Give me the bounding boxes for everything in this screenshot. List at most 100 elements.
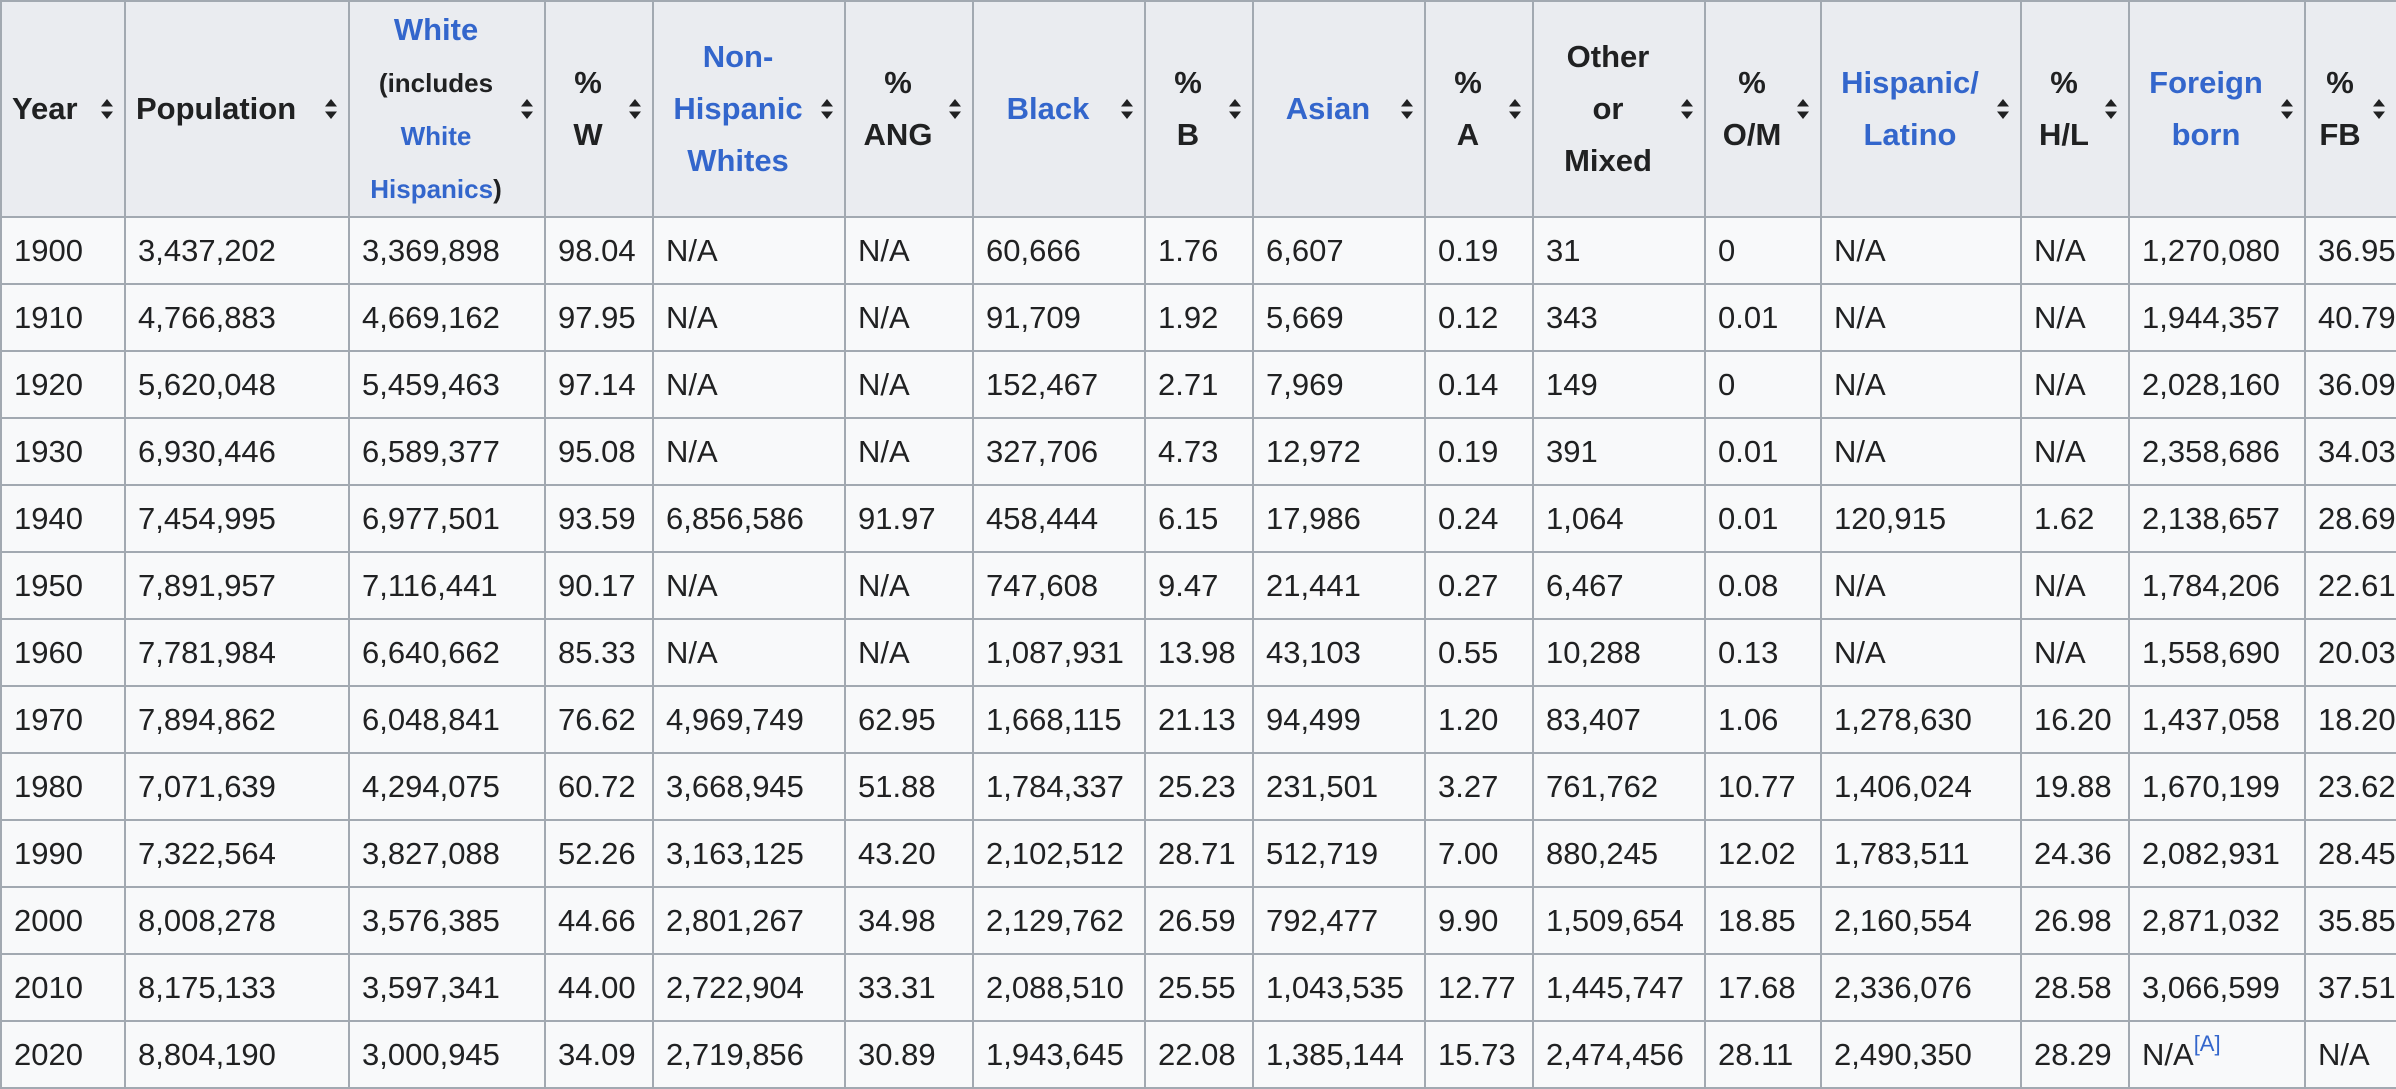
cell-pct-hl: N/A: [2020, 283, 2130, 352]
cell-foreign-born: 1,784,206: [2128, 551, 2306, 620]
cell-black: 2,088,510: [972, 953, 1146, 1022]
sort-icon[interactable]: [948, 98, 962, 120]
header-link[interactable]: White: [401, 121, 472, 151]
cell-year: 1980: [0, 752, 126, 821]
column-header-asian[interactable]: Asian: [1252, 0, 1426, 218]
cell-population: 4,766,883: [124, 283, 350, 352]
sort-icon[interactable]: [1228, 98, 1242, 120]
cell-pct-w: 52.26: [544, 819, 654, 888]
column-header-pct-b[interactable]: % B: [1144, 0, 1254, 218]
cell-pct-om: 10.77: [1704, 752, 1822, 821]
cell-asian: 6,607: [1252, 216, 1426, 285]
cell-pct-fb: 18.20: [2304, 685, 2396, 754]
table-row: 1930 6,930,446 6,589,377 95.08 N/A N/A 327,706…: [0, 417, 2396, 486]
cell-population: 3,437,202: [124, 216, 350, 285]
cell-pct-a: 0.19: [1424, 216, 1534, 285]
cell-pct-om: 1.06: [1704, 685, 1822, 754]
column-header-hispanic-latino[interactable]: Hispanic/Latino: [1820, 0, 2022, 218]
column-header-pct-ang[interactable]: % ANG: [844, 0, 974, 218]
sort-icon[interactable]: [2280, 98, 2294, 120]
header-link[interactable]: born: [2172, 117, 2241, 152]
sort-icon[interactable]: [1680, 98, 1694, 120]
cell-pct-w: 97.95: [544, 283, 654, 352]
header-link[interactable]: Black: [1007, 91, 1090, 126]
header-link[interactable]: Foreign: [2149, 65, 2263, 100]
cell-population: 6,930,446: [124, 417, 350, 486]
cell-pct-ang: N/A: [844, 350, 974, 419]
header-link[interactable]: Non-: [703, 39, 774, 74]
sort-icon[interactable]: [1508, 98, 1522, 120]
header-label: FB: [2319, 117, 2361, 152]
cell-foreign-born: 1,270,080: [2128, 216, 2306, 285]
sort-icon[interactable]: [324, 98, 338, 120]
cell-pct-fb: 34.03: [2304, 417, 2396, 486]
column-header-year[interactable]: Year: [0, 0, 126, 218]
column-header-pct-a[interactable]: % A: [1424, 0, 1534, 218]
column-header-pct-om[interactable]: % O/M: [1704, 0, 1822, 218]
cell-pct-hl: 26.98: [2020, 886, 2130, 955]
cell-pct-ang: N/A: [844, 551, 974, 620]
column-header-pct-w[interactable]: % W: [544, 0, 654, 218]
header-label: ): [493, 173, 502, 204]
cell-pct-hl: 1.62: [2020, 484, 2130, 553]
cell-pct-hl: N/A: [2020, 216, 2130, 285]
cell-pct-w: 98.04: [544, 216, 654, 285]
cell-hispanic-latino: N/A: [1820, 551, 2022, 620]
header-link[interactable]: Whites: [687, 143, 789, 178]
sort-icon[interactable]: [100, 98, 114, 120]
cell-non-hispanic-whites: N/A: [652, 551, 846, 620]
cell-pct-a: 12.77: [1424, 953, 1534, 1022]
column-header-non-hispanic-whites[interactable]: Non- Hispanic Whites: [652, 0, 846, 218]
header-link[interactable]: Asian: [1286, 91, 1370, 126]
sort-icon[interactable]: [2104, 98, 2118, 120]
column-header-foreign-born[interactable]: Foreign born: [2128, 0, 2306, 218]
sort-icon[interactable]: [2372, 98, 2386, 120]
header-label: B: [1176, 117, 1200, 152]
sort-icon[interactable]: [1120, 98, 1134, 120]
column-header-other-mixed[interactable]: Other or Mixed: [1532, 0, 1706, 218]
header-link[interactable]: White: [394, 12, 478, 47]
sort-icon[interactable]: [1796, 98, 1810, 120]
cell-hispanic-latino: N/A: [1820, 216, 2022, 285]
cell-asian: 1,043,535: [1252, 953, 1426, 1022]
cell-other-mixed: 149: [1532, 350, 1706, 419]
column-header-population[interactable]: Population: [124, 0, 350, 218]
header-label: %: [1454, 65, 1482, 100]
cell-hispanic-latino: N/A: [1820, 350, 2022, 419]
header-link[interactable]: Latino: [1864, 117, 1957, 152]
cell-white: 3,597,341: [348, 953, 546, 1022]
cell-white: 3,827,088: [348, 819, 546, 888]
cell-pct-w: 93.59: [544, 484, 654, 553]
cell-non-hispanic-whites: 6,856,586: [652, 484, 846, 553]
column-header-pct-fb[interactable]: % FB: [2304, 0, 2396, 218]
column-header-pct-hl[interactable]: % H/L: [2020, 0, 2130, 218]
sort-icon[interactable]: [820, 98, 834, 120]
cell-black: 2,102,512: [972, 819, 1146, 888]
cell-pct-ang: N/A: [844, 417, 974, 486]
header-link[interactable]: Hispanic/: [1841, 65, 1979, 100]
header-label: H/L: [2039, 117, 2089, 152]
footnote-link[interactable]: [A]: [2194, 1031, 2221, 1056]
table-body: 1900 3,437,202 3,369,898 98.04 N/A N/A 60,666 1…: [0, 216, 2396, 1089]
column-header-white[interactable]: White (includes White Hispanics): [348, 0, 546, 218]
cell-pct-b: 25.55: [1144, 953, 1254, 1022]
column-header-black[interactable]: Black: [972, 0, 1146, 218]
cell-pct-om: 0.01: [1704, 484, 1822, 553]
header-label: or: [1592, 91, 1624, 126]
sort-icon[interactable]: [1996, 98, 2010, 120]
sort-icon[interactable]: [520, 98, 534, 120]
table-row: 1940 7,454,995 6,977,501 93.59 6,856,586 91.9…: [0, 484, 2396, 553]
cell-pct-w: 97.14: [544, 350, 654, 419]
header-link[interactable]: Hispanics: [370, 174, 493, 204]
sort-icon[interactable]: [1400, 98, 1414, 120]
sort-icon[interactable]: [628, 98, 642, 120]
cell-foreign-born: 1,437,058: [2128, 685, 2306, 754]
cell-pct-a: 0.27: [1424, 551, 1534, 620]
header-link[interactable]: Hispanic: [673, 91, 802, 126]
cell-non-hispanic-whites: 3,163,125: [652, 819, 846, 888]
cell-black: 1,668,115: [972, 685, 1146, 754]
table-header: Year Population White (includes White Hispani…: [0, 0, 2396, 218]
cell-pct-b: 21.13: [1144, 685, 1254, 754]
cell-asian: 7,969: [1252, 350, 1426, 419]
cell-pct-om: 18.85: [1704, 886, 1822, 955]
